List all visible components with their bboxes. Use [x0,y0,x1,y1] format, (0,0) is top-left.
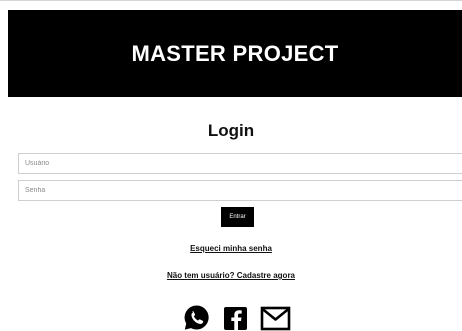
forgot-password-link[interactable]: Esqueci minha senha [0,244,462,253]
password-input[interactable] [18,180,462,201]
register-link[interactable]: Não tem usuário? Cadastre agora [0,271,462,280]
login-heading: Login [207,121,255,140]
mail-icon[interactable] [260,304,292,331]
header-banner: MASTER PROJECT [8,10,462,97]
top-divider [0,0,462,1]
whatsapp-icon[interactable] [183,304,210,331]
username-input[interactable] [18,153,462,174]
site-title: MASTER PROJECT [131,40,339,66]
facebook-icon[interactable] [223,304,250,331]
login-button[interactable]: Entrar [221,207,254,227]
